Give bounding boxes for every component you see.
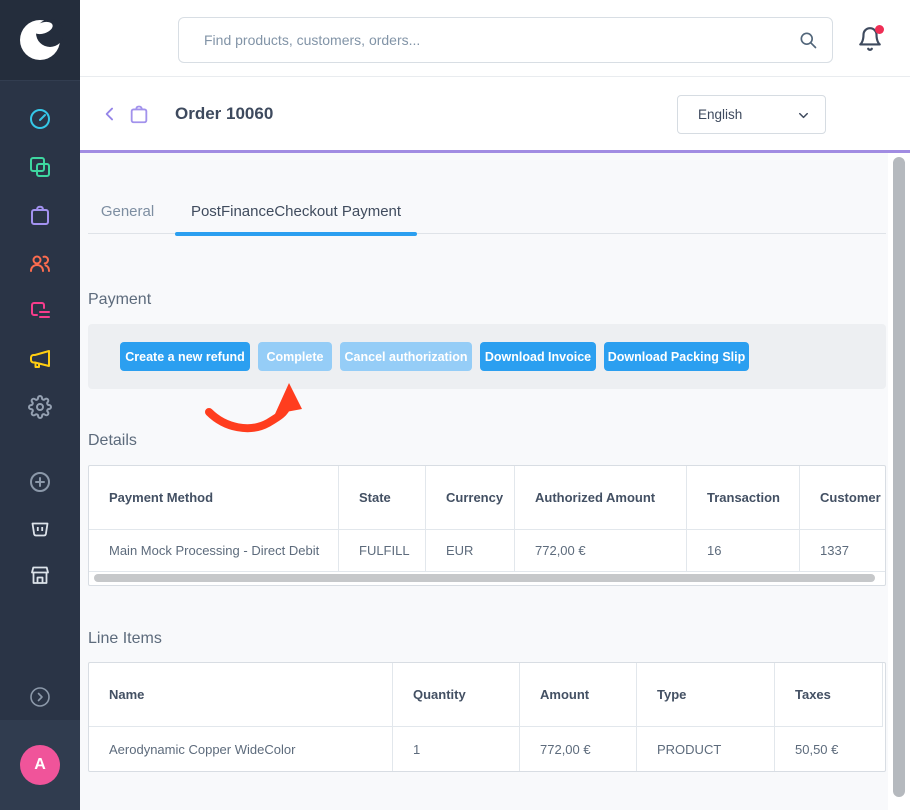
- plus-circle-icon: [28, 470, 52, 494]
- line-items-col-type: Type: [637, 663, 775, 727]
- sidebar-item-basket[interactable]: [26, 513, 54, 541]
- sidebar-user-section: A: [0, 720, 80, 810]
- tab-general[interactable]: General: [88, 189, 167, 234]
- sidebar-item-content[interactable]: [26, 297, 54, 325]
- details-cell-transaction: 16: [687, 530, 800, 572]
- tab-bar: General PostFinanceCheckout Payment: [88, 189, 886, 234]
- chevron-down-icon: [796, 108, 811, 123]
- line-items-col-amount: Amount: [520, 663, 637, 727]
- line-items-col-quantity: Quantity: [393, 663, 520, 727]
- details-col-customer: Customer: [800, 466, 886, 530]
- notification-badge: [875, 25, 884, 34]
- line-items-col-name: Name: [89, 663, 393, 727]
- line-items-table: Name Quantity Amount Type Taxes Aerodyna…: [88, 662, 886, 772]
- basket-icon: [28, 515, 52, 539]
- logo-block[interactable]: [0, 0, 80, 81]
- details-cell-state: FULFILL: [339, 530, 426, 572]
- line-items-col-taxes: Taxes: [775, 663, 883, 727]
- gauge-icon: [28, 107, 52, 131]
- users-icon: [28, 251, 52, 275]
- sidebar-item-storefront[interactable]: [26, 561, 54, 589]
- complete-button[interactable]: Complete: [258, 342, 332, 371]
- details-col-state: State: [339, 466, 426, 530]
- language-selector[interactable]: English: [677, 95, 826, 134]
- details-cell-payment-method: Main Mock Processing - Direct Debit: [89, 530, 339, 572]
- back-button[interactable]: [100, 96, 120, 132]
- sidebar-item-customers[interactable]: [26, 249, 54, 277]
- sidebar-expand-button[interactable]: [26, 683, 54, 711]
- details-col-currency: Currency: [426, 466, 515, 530]
- content-area: General PostFinanceCheckout Payment Paym…: [80, 153, 910, 810]
- magnifier-icon[interactable]: [798, 30, 818, 50]
- details-cell-customer: 1337: [800, 530, 886, 572]
- shopware-admin-window: A Order 10060 English: [0, 0, 910, 810]
- content-scrollbar-track: [888, 153, 910, 810]
- sidebar-item-settings[interactable]: [26, 393, 54, 421]
- payment-actions-card: Create a new refund Complete Cancel auth…: [88, 324, 886, 389]
- global-search: [178, 17, 833, 63]
- content-scrollbar-thumb[interactable]: [893, 157, 905, 797]
- details-table: Payment Method State Currency Authorized…: [88, 465, 886, 586]
- details-col-transaction: Transaction: [687, 466, 800, 530]
- pages-icon: [28, 299, 52, 323]
- line-items-cell-amount: 772,00 €: [520, 727, 637, 771]
- shopware-logo-icon: [17, 17, 63, 63]
- cancel-authorization-button[interactable]: Cancel authorization: [340, 342, 472, 371]
- sidebar: A: [0, 0, 80, 810]
- chevron-left-icon: [100, 104, 120, 124]
- active-tab-underline: [175, 232, 417, 236]
- shopping-bag-icon: [28, 203, 52, 227]
- sidebar-item-marketing[interactable]: [26, 345, 54, 373]
- line-items-cell-taxes: 50,50 €: [775, 727, 883, 771]
- details-cell-authorized-amount: 772,00 €: [515, 530, 687, 572]
- details-col-authorized-amount: Authorized Amount: [515, 466, 687, 530]
- avatar-initial: A: [34, 756, 46, 774]
- download-invoice-button[interactable]: Download Invoice: [480, 342, 596, 371]
- details-cell-currency: EUR: [426, 530, 515, 572]
- sidebar-item-add-extension[interactable]: [26, 468, 54, 496]
- megaphone-icon: [28, 347, 52, 371]
- payment-section-heading: Payment: [88, 291, 151, 309]
- line-items-cell-quantity: 1: [393, 727, 520, 771]
- create-refund-button[interactable]: Create a new refund: [120, 342, 250, 371]
- line-items-table-grid: Name Quantity Amount Type Taxes Aerodyna…: [89, 663, 883, 771]
- line-items-cell-type: PRODUCT: [637, 727, 775, 771]
- notifications-button[interactable]: [857, 26, 885, 54]
- avatar[interactable]: A: [20, 745, 60, 785]
- details-col-payment-method: Payment Method: [89, 466, 339, 530]
- search-input[interactable]: [179, 18, 832, 62]
- gear-icon: [28, 395, 52, 419]
- page-title: Order 10060: [175, 104, 273, 124]
- download-packing-slip-button[interactable]: Download Packing Slip: [604, 342, 749, 371]
- topbar: [80, 0, 910, 77]
- details-horizontal-scrollbar[interactable]: [94, 574, 875, 582]
- overlapping-squares-icon: [28, 155, 52, 179]
- chevron-right-circle-icon: [28, 685, 52, 709]
- store-icon: [28, 563, 52, 587]
- line-items-cell-name: Aerodynamic Copper WideColor: [89, 727, 393, 771]
- sidebar-item-catalogues[interactable]: [26, 153, 54, 181]
- details-table-grid: Payment Method State Currency Authorized…: [89, 466, 886, 572]
- tab-postfinancecheckout-payment[interactable]: PostFinanceCheckout Payment: [175, 189, 417, 234]
- line-items-section-heading: Line Items: [88, 630, 162, 648]
- details-section-heading: Details: [88, 432, 137, 450]
- sidebar-item-orders[interactable]: [26, 201, 54, 229]
- sidebar-item-dashboard[interactable]: [26, 105, 54, 133]
- shopping-bag-icon: [128, 103, 150, 125]
- language-selector-value: English: [698, 107, 742, 122]
- smart-bar: Order 10060 English: [80, 77, 910, 153]
